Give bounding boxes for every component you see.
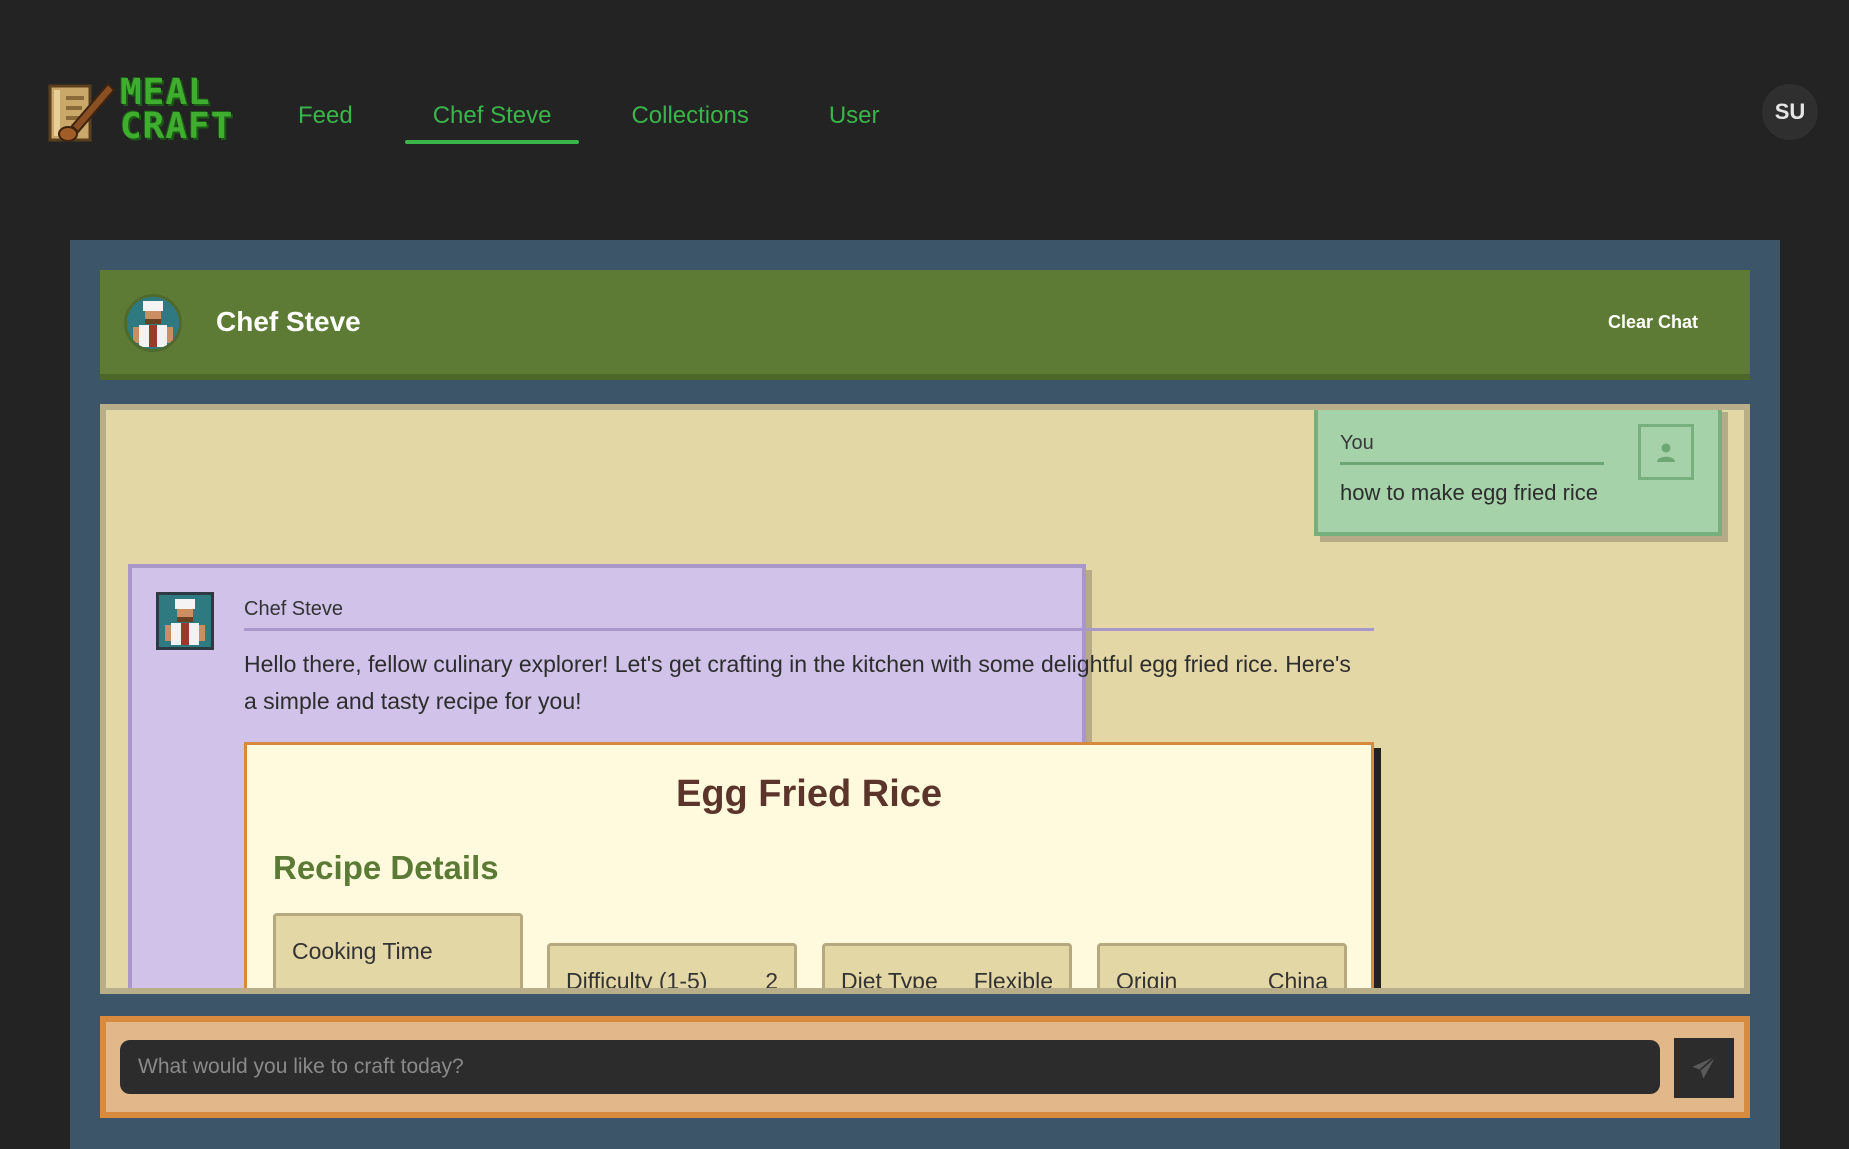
logo-wordmark: MEAL CRAFT: [120, 72, 234, 147]
detail-value: China: [1267, 968, 1328, 994]
detail-label: Difficulty (1-5): [566, 968, 708, 994]
chef-avatar: [124, 294, 182, 352]
detail-origin: Origin China: [1097, 943, 1347, 994]
chat-header: Chef Steve Clear Chat: [100, 270, 1750, 380]
user-avatar[interactable]: SU: [1762, 84, 1818, 140]
clear-chat-button[interactable]: Clear Chat: [1608, 312, 1698, 333]
logo-line-1: MEAL: [120, 72, 211, 113]
message-divider: [1340, 462, 1604, 465]
detail-value: 2: [765, 968, 778, 994]
detail-label: Diet Type: [841, 968, 938, 994]
send-button[interactable]: [1674, 1038, 1734, 1098]
bot-message: Chef Steve Hello there, fellow culinary …: [128, 564, 1374, 988]
top-navigation: MEAL CRAFT Feed Chef Steve Collections U…: [0, 0, 1849, 200]
message-text: how to make egg fried rice: [1340, 480, 1599, 505]
main-nav: Feed Chef Steve Collections User: [270, 92, 908, 144]
message-composer: [100, 1016, 1750, 1118]
nav-collections[interactable]: Collections: [603, 92, 776, 144]
message-sender: You: [1340, 432, 1374, 454]
meal-craft-logo[interactable]: MEAL CRAFT: [48, 72, 242, 148]
chef-message-avatar: [156, 592, 214, 650]
message-text: Hello there, fellow culinary explorer! L…: [244, 651, 1351, 714]
detail-diet-type: Diet Type Flexible: [822, 943, 1072, 994]
logo-line-2: CRAFT: [120, 106, 234, 147]
message-divider: [244, 628, 1374, 631]
detail-cooking-time: Cooking Time: [273, 913, 523, 988]
spoon-book-icon: [48, 82, 116, 142]
recipe-card: Egg Fried Rice Recipe Details Cooking Ti…: [244, 742, 1374, 994]
user-message-avatar: [1638, 424, 1694, 480]
chef-icon: [159, 595, 211, 647]
detail-difficulty: Difficulty (1-5) 2: [547, 943, 797, 994]
nav-chef-steve[interactable]: Chef Steve: [404, 92, 580, 144]
recipe-title: Egg Fried Rice: [675, 773, 943, 815]
nav-feed[interactable]: Feed: [270, 92, 381, 144]
detail-label: Cooking Time: [292, 938, 433, 964]
chat-messages[interactable]: You how to make egg fried rice Chef Stev…: [100, 404, 1750, 994]
nav-user[interactable]: User: [801, 92, 908, 144]
detail-value: Flexible: [973, 968, 1053, 994]
person-icon: [1657, 443, 1675, 462]
detail-label: Origin: [1116, 968, 1178, 994]
user-message: You how to make egg fried rice: [1314, 410, 1722, 536]
chat-panel: Chef Steve Clear Chat You how to make eg…: [70, 240, 1780, 1149]
message-sender: Chef Steve: [244, 598, 343, 620]
send-icon: [1692, 1055, 1717, 1079]
message-input[interactable]: [120, 1040, 1660, 1094]
chef-icon: [127, 297, 179, 349]
recipe-section-heading: Recipe Details: [273, 849, 499, 886]
chat-title: Chef Steve: [216, 306, 361, 337]
